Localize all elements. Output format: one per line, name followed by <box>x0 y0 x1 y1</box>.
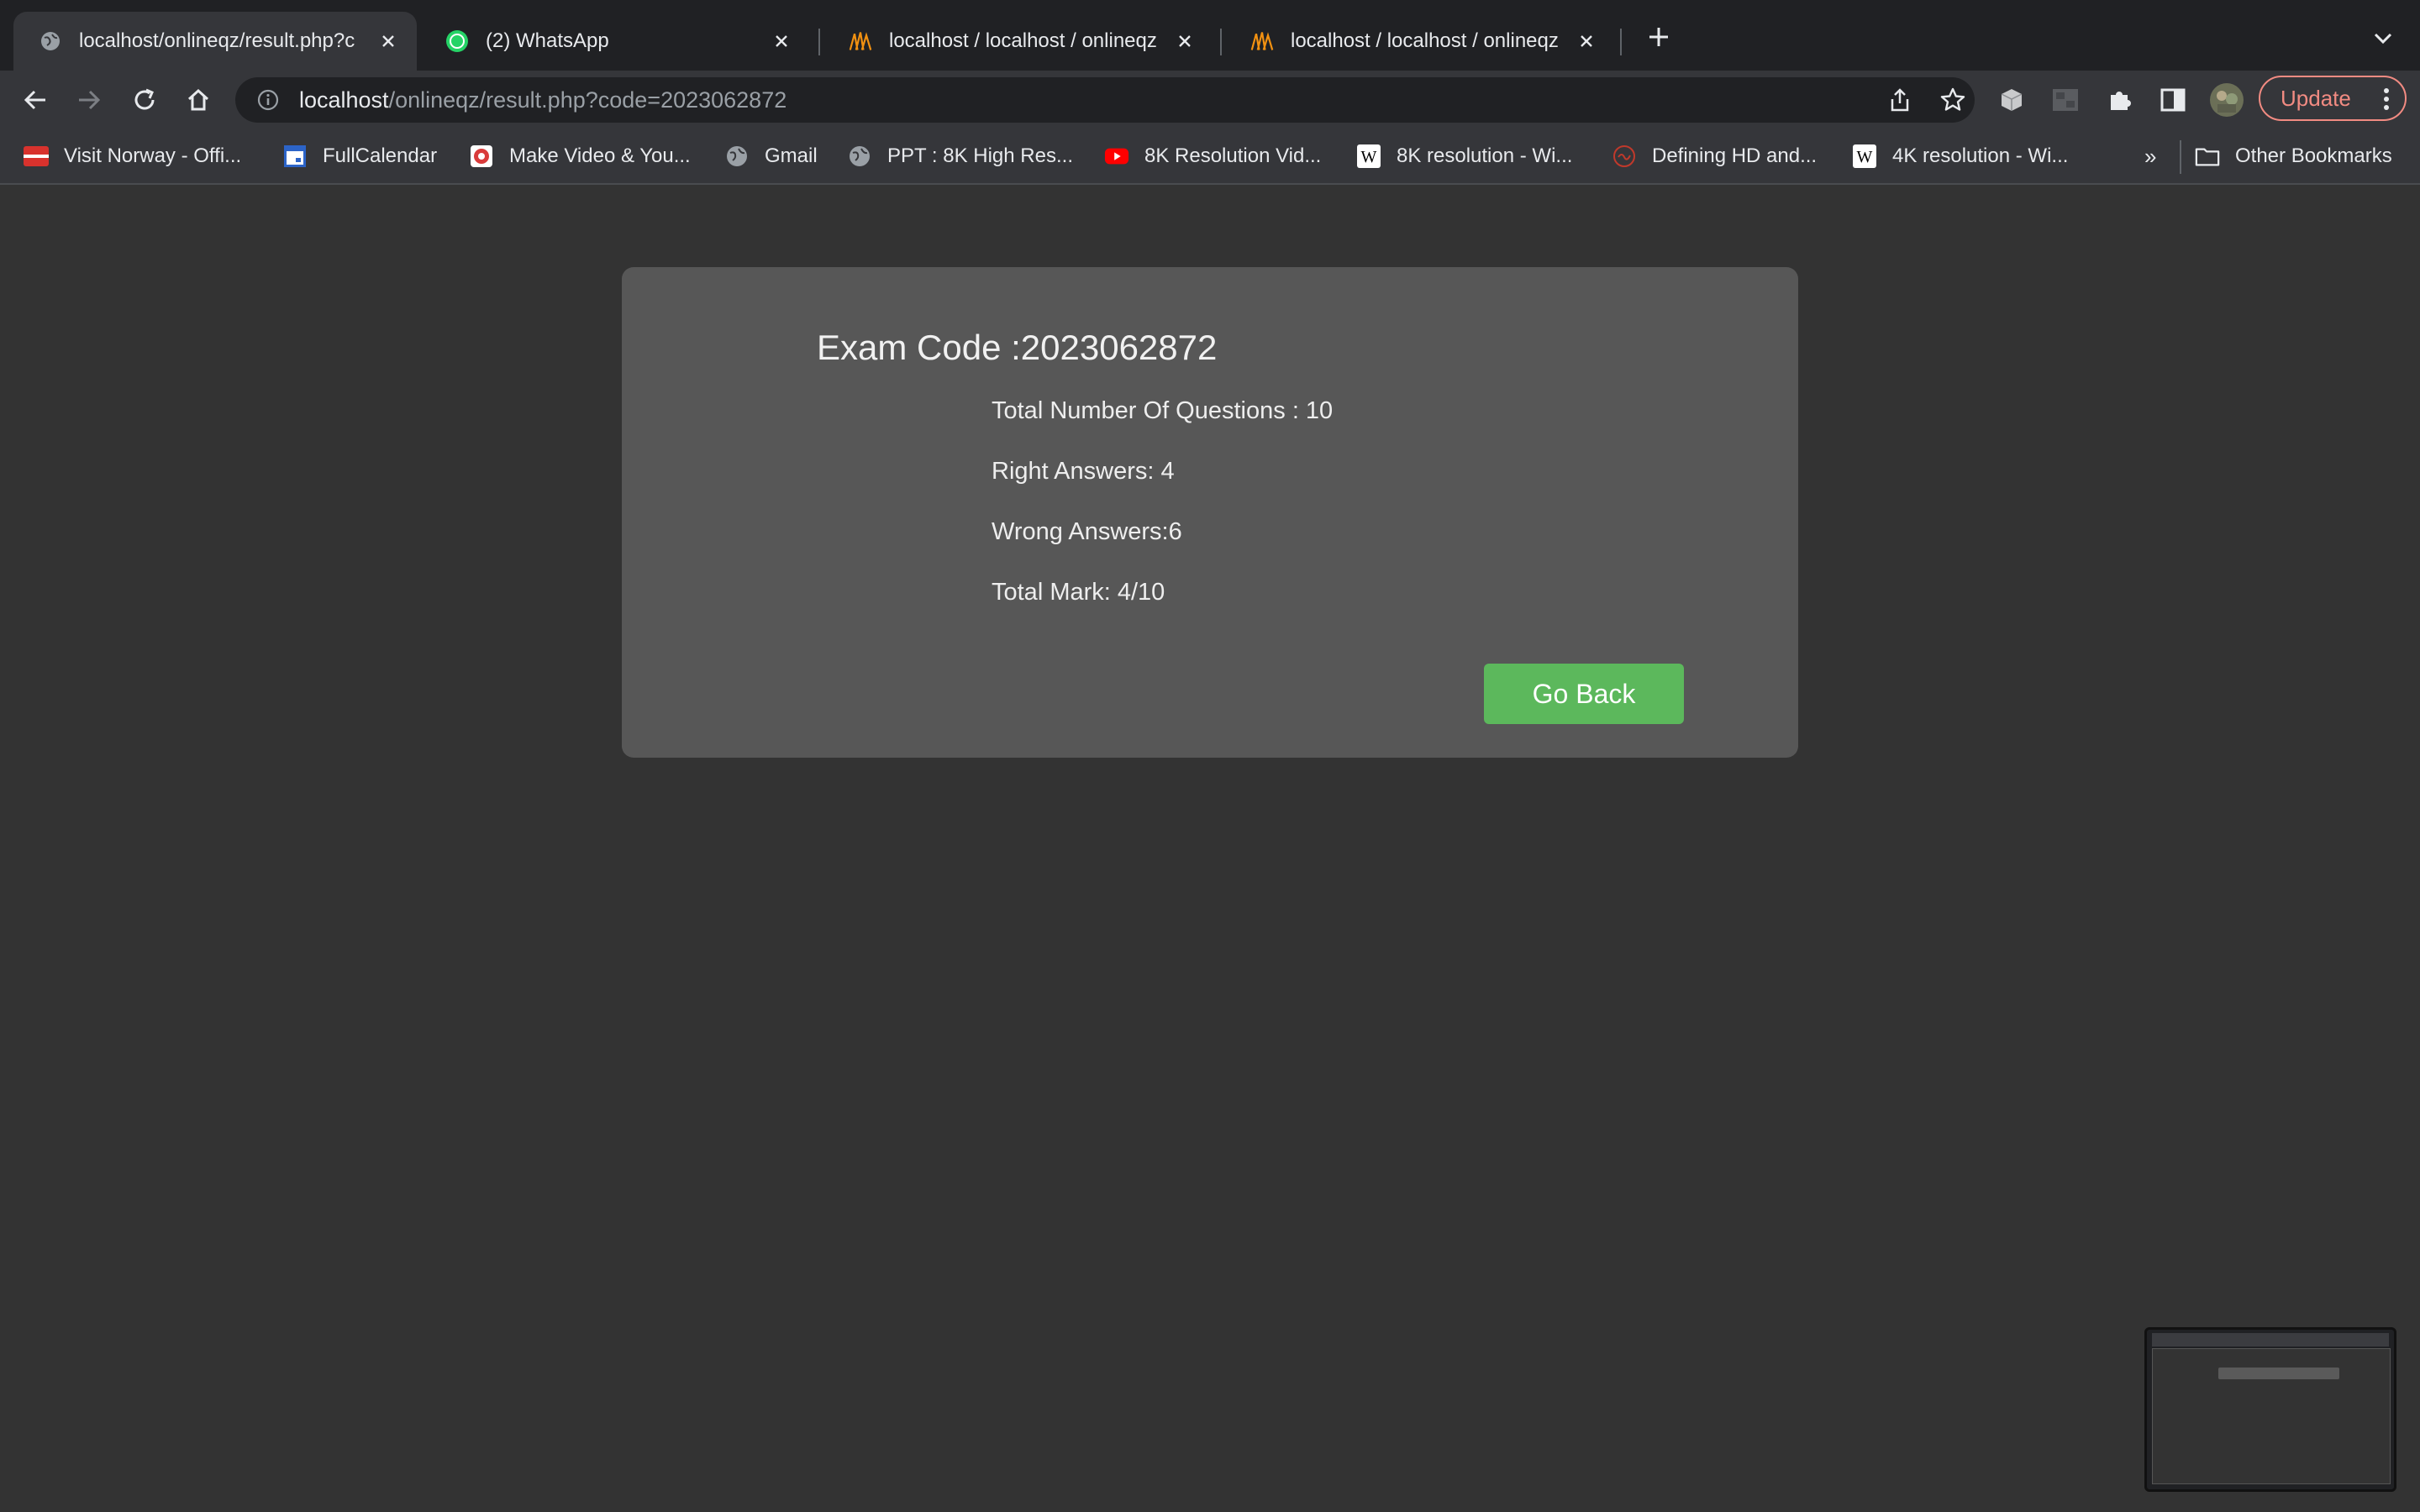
tab-divider <box>1220 29 1222 55</box>
bookmark-8k-video[interactable]: 8K Resolution Vid... <box>1104 141 1321 171</box>
globe-icon <box>847 144 872 169</box>
url-path: /onlineqz/result.php?code=2023062872 <box>388 87 787 113</box>
extension-cube-icon[interactable] <box>1993 81 2030 118</box>
total-mark: Total Mark: 4/10 <box>992 579 1165 606</box>
globe-icon <box>724 144 750 169</box>
more-vert-icon[interactable] <box>2383 87 2390 117</box>
bookmark-label: Gmail <box>765 144 818 167</box>
globe-icon <box>39 29 62 53</box>
extension-grid-icon[interactable] <box>2047 81 2084 118</box>
right-answers: Right Answers: 4 <box>992 458 1175 485</box>
update-button[interactable]: Update <box>2259 76 2407 121</box>
svg-text:W: W <box>1857 148 1873 166</box>
tab-title: localhost / localhost / onlineqz <box>1291 29 1559 52</box>
svg-text:W: W <box>1361 148 1377 166</box>
wikipedia-icon: W <box>1356 144 1381 169</box>
tab-divider <box>818 29 820 55</box>
wikipedia-icon: W <box>1852 144 1877 169</box>
thumbnail-page <box>2152 1348 2391 1484</box>
forward-arrow-icon[interactable] <box>71 81 108 118</box>
phpmyadmin-icon <box>1250 29 1274 53</box>
total-questions: Total Number Of Questions : 10 <box>992 397 1334 424</box>
close-icon[interactable] <box>770 29 793 53</box>
avatar[interactable] <box>2208 81 2245 118</box>
new-tab-button[interactable] <box>1642 20 1676 54</box>
bookmarks-bar: Visit Norway - Offi... FullCalendar Make… <box>0 129 2420 185</box>
folder-icon <box>2195 144 2220 169</box>
more-bookmarks-button[interactable]: » <box>2144 141 2156 171</box>
bookmark-make-video[interactable]: Make Video & You... <box>469 141 691 171</box>
tab-strip: localhost/onlineqz/result.php?c (2) What… <box>0 0 2420 71</box>
tab-title: localhost/onlineqz/result.php?c <box>79 29 355 52</box>
reload-icon[interactable] <box>126 81 163 118</box>
close-icon[interactable] <box>1173 29 1197 53</box>
puzzle-piece-icon[interactable] <box>2101 81 2138 118</box>
chevron-down-icon[interactable] <box>2368 24 2398 54</box>
exam-code-heading: Exam Code :2023062872 <box>817 328 1218 367</box>
side-panel-icon[interactable] <box>2154 81 2191 118</box>
whatsapp-icon <box>445 29 469 53</box>
bookmark-label: PPT : 8K High Res... <box>887 144 1073 167</box>
bookmark-label: Defining HD and... <box>1652 144 1818 167</box>
other-bookmarks[interactable]: Other Bookmarks <box>2195 141 2392 171</box>
wrong-answers: Wrong Answers:6 <box>992 518 1182 545</box>
bookmark-8k-wiki[interactable]: W 8K resolution - Wi... <box>1356 141 1572 171</box>
bookmark-ppt-8k[interactable]: PPT : 8K High Res... <box>847 141 1073 171</box>
tab-result[interactable]: localhost/onlineqz/result.php?c <box>13 12 417 71</box>
calendar-icon <box>282 144 308 169</box>
tab-divider <box>1620 29 1622 55</box>
share-icon[interactable] <box>1887 87 1912 118</box>
youtube-icon <box>1104 144 1129 169</box>
info-icon[interactable] <box>255 87 281 113</box>
other-bookmarks-label: Other Bookmarks <box>2235 144 2392 167</box>
address-bar[interactable]: localhost/onlineqz/result.php?code=20230… <box>235 77 1975 123</box>
toolbar: localhost/onlineqz/result.php?code=20230… <box>0 71 2420 129</box>
bookmark-visit-norway[interactable]: Visit Norway - Offi... <box>24 141 241 171</box>
tab-phpmyadmin-1[interactable]: localhost / localhost / onlineqz <box>823 12 1213 71</box>
close-icon[interactable] <box>1575 29 1598 53</box>
update-label: Update <box>2281 85 2351 111</box>
norway-flag-icon <box>24 144 49 169</box>
bookmark-label: 8K Resolution Vid... <box>1144 144 1322 167</box>
bookmark-label: FullCalendar <box>323 144 438 167</box>
hd-icon <box>1612 144 1637 169</box>
tab-title: localhost / localhost / onlineqz <box>889 29 1157 52</box>
close-icon[interactable] <box>376 29 400 53</box>
bookmark-divider <box>2180 140 2181 174</box>
tab-title: (2) WhatsApp <box>486 29 609 52</box>
home-icon[interactable] <box>180 81 217 118</box>
thumbnail-card <box>2218 1368 2339 1379</box>
tab-phpmyadmin-2[interactable]: localhost / localhost / onlineqz <box>1225 12 1615 71</box>
bookmark-defining-hd[interactable]: Defining HD and... <box>1612 141 1817 171</box>
video-icon <box>469 144 494 169</box>
thumbnail-toolbar <box>2152 1333 2389 1347</box>
bookmark-label: 8K resolution - Wi... <box>1397 144 1573 167</box>
go-back-button[interactable]: Go Back <box>1484 664 1684 724</box>
bookmark-label: Visit Norway - Offi... <box>64 144 242 167</box>
chevron-double-right-icon: » <box>2144 143 2157 169</box>
screenshot-thumbnail[interactable] <box>2144 1327 2396 1492</box>
tab-whatsapp[interactable]: (2) WhatsApp <box>420 12 810 71</box>
result-card: Exam Code :2023062872 Total Number Of Qu… <box>622 267 1798 758</box>
url-host: localhost <box>299 87 389 113</box>
phpmyadmin-icon <box>849 29 872 53</box>
bookmark-gmail[interactable]: Gmail <box>724 141 818 171</box>
bookmark-fullcalendar[interactable]: FullCalendar <box>282 141 437 171</box>
back-arrow-icon[interactable] <box>17 81 54 118</box>
bookmark-4k-wiki[interactable]: W 4K resolution - Wi... <box>1852 141 2068 171</box>
bookmark-label: 4K resolution - Wi... <box>1892 144 2069 167</box>
bookmark-label: Make Video & You... <box>509 144 691 167</box>
star-icon[interactable] <box>1939 87 1966 119</box>
